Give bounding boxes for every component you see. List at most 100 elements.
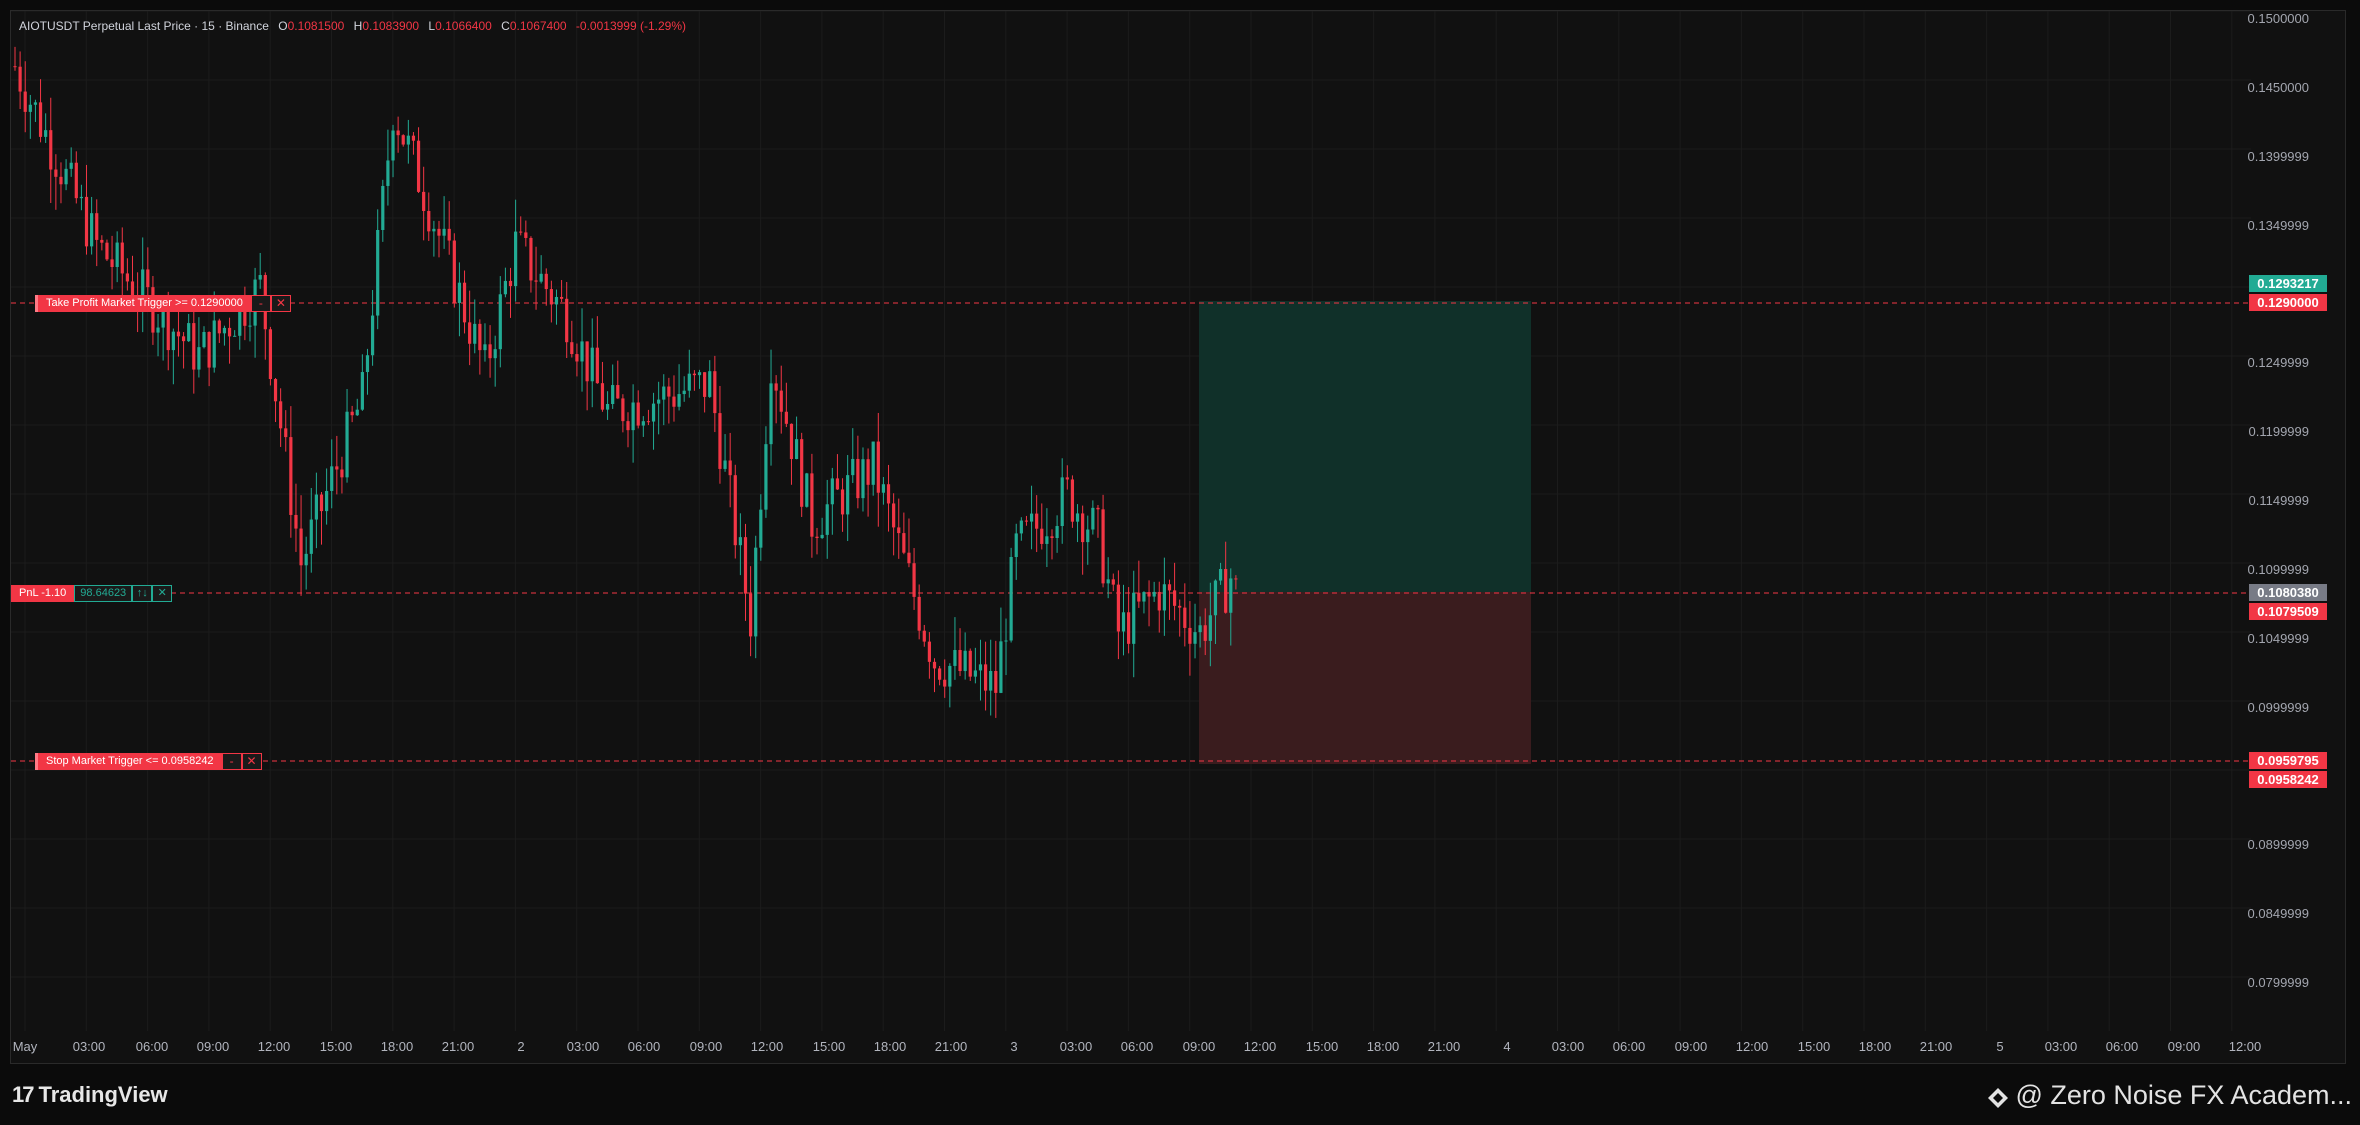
candle-body bbox=[284, 428, 288, 438]
time-axis-label: 06:00 bbox=[1120, 1039, 1154, 1054]
diamond-logo-icon bbox=[1987, 1085, 2009, 1108]
candle-body bbox=[1178, 605, 1182, 608]
time-axis-label: 21:00 bbox=[1427, 1039, 1461, 1054]
candle-body bbox=[212, 320, 216, 368]
candle-body bbox=[289, 437, 293, 515]
candle-body bbox=[427, 210, 431, 232]
candle-body bbox=[912, 563, 916, 597]
candle-body bbox=[110, 259, 114, 268]
chart-pane[interactable]: AIOTUSDT Perpetual Last Price · 15 · Bin… bbox=[10, 10, 2346, 1064]
time-axis-label: 09:00 bbox=[2167, 1039, 2201, 1054]
pnl-label[interactable]: PnL -1.10 bbox=[11, 585, 75, 602]
candle-body bbox=[1070, 479, 1075, 522]
symbol-legend: AIOTUSDT Perpetual Last Price · 15 · Bin… bbox=[19, 19, 686, 33]
close-position-button[interactable]: ✕ bbox=[152, 585, 173, 602]
candle-body bbox=[692, 373, 697, 376]
take-profit-cancel-button[interactable]: ✕ bbox=[270, 295, 291, 312]
price-axis-label: 0.1349999 bbox=[2247, 218, 2309, 233]
position-quantity[interactable]: 98.64623 bbox=[74, 585, 133, 602]
candle-body bbox=[187, 323, 191, 342]
candle-body bbox=[651, 403, 656, 422]
candle-body bbox=[554, 296, 559, 305]
candle-body bbox=[631, 402, 635, 431]
time-axis-label: 03:00 bbox=[2044, 1039, 2078, 1054]
candle-body bbox=[401, 135, 405, 145]
candle-body bbox=[789, 423, 794, 460]
candle-body bbox=[641, 421, 645, 426]
candle-body bbox=[1218, 569, 1223, 581]
stop-loss-order[interactable]: Stop Market Trigger <= 0.0958242 - ✕ bbox=[35, 753, 262, 770]
last-price-tag: 0.1079509 bbox=[2249, 603, 2327, 620]
candle-body bbox=[95, 213, 99, 240]
candle-body bbox=[207, 332, 211, 368]
candle-body bbox=[1183, 607, 1187, 628]
candle-body bbox=[938, 668, 942, 680]
candle-body bbox=[723, 460, 727, 469]
loss-zone[interactable] bbox=[1199, 592, 1531, 764]
take-profit-minus-button[interactable]: - bbox=[250, 295, 271, 312]
candle-body bbox=[1121, 612, 1126, 632]
candle-body bbox=[897, 527, 901, 534]
price-axis-label: 0.1149999 bbox=[2248, 493, 2310, 508]
candle-body bbox=[585, 341, 589, 382]
time-axis-label: 03:00 bbox=[1551, 1039, 1585, 1054]
candle-body bbox=[1111, 579, 1115, 585]
symbol-title[interactable]: AIOTUSDT Perpetual Last Price · 15 · Bin… bbox=[19, 19, 269, 33]
stop-loss-label[interactable]: Stop Market Trigger <= 0.0958242 bbox=[35, 753, 222, 770]
candle-body bbox=[779, 390, 783, 412]
entry-price-tag: 0.1080380 bbox=[2249, 584, 2327, 601]
candle-body bbox=[422, 191, 426, 211]
candle-body bbox=[861, 459, 865, 499]
candle-body bbox=[514, 231, 518, 287]
candle-body bbox=[657, 399, 661, 404]
candle-body bbox=[1213, 580, 1218, 616]
time-axis-label: 06:00 bbox=[2105, 1039, 2139, 1054]
candle-body bbox=[989, 670, 993, 691]
candle-body bbox=[713, 371, 717, 414]
price-axis-label: 0.1049999 bbox=[2247, 631, 2309, 646]
candle-body bbox=[462, 282, 467, 323]
price-axis-label: 0.0799999 bbox=[2247, 975, 2309, 990]
candle-body bbox=[437, 228, 441, 236]
candle-body bbox=[840, 489, 845, 515]
candle-body bbox=[1065, 477, 1069, 480]
candle-body bbox=[764, 444, 768, 510]
candle-body bbox=[508, 280, 513, 287]
candle-body bbox=[273, 379, 278, 402]
stop-loss-cancel-button[interactable]: ✕ bbox=[241, 753, 262, 770]
candle-body bbox=[733, 475, 737, 546]
candle-body bbox=[575, 354, 579, 362]
position-line[interactable]: PnL -1.10 98.64623 ↑↓ ✕ bbox=[11, 585, 173, 602]
take-profit-label[interactable]: Take Profit Market Trigger >= 0.1290000 bbox=[35, 295, 251, 312]
candle-body bbox=[544, 273, 548, 290]
candle-body bbox=[810, 473, 814, 537]
time-axis-label: 03:00 bbox=[72, 1039, 106, 1054]
take-profit-order[interactable]: Take Profit Market Trigger >= 0.1290000 … bbox=[35, 295, 291, 312]
candle-body bbox=[473, 323, 477, 344]
candle-body bbox=[391, 130, 395, 161]
candle-body bbox=[539, 273, 543, 282]
sl-target-price-tag: 0.0959795 bbox=[2249, 752, 2327, 769]
candle-body bbox=[600, 383, 605, 410]
candle-body bbox=[672, 396, 676, 407]
candle-body bbox=[922, 630, 926, 642]
candle-body bbox=[1142, 592, 1146, 602]
candle-body bbox=[248, 325, 252, 327]
reverse-position-button[interactable]: ↑↓ bbox=[132, 585, 153, 602]
candle-body bbox=[1086, 529, 1090, 543]
candle-body bbox=[759, 509, 763, 548]
tp-order-price-tag: 0.1290000 bbox=[2249, 294, 2327, 311]
candle-body bbox=[105, 242, 109, 260]
candle-body bbox=[958, 650, 962, 672]
candle-body bbox=[1188, 627, 1192, 644]
stop-loss-minus-button[interactable]: - bbox=[221, 753, 242, 770]
price-axis-label: 0.1500000 bbox=[2247, 11, 2309, 26]
tradingview-brand[interactable]: 17 TradingView bbox=[12, 1082, 168, 1108]
candle-body bbox=[294, 514, 298, 529]
price-chart[interactable] bbox=[11, 11, 2346, 1064]
candle-body bbox=[222, 327, 227, 334]
profit-zone[interactable] bbox=[1199, 301, 1531, 592]
candle-body bbox=[866, 459, 870, 485]
candle-body bbox=[493, 349, 497, 359]
candle-body bbox=[84, 196, 89, 247]
